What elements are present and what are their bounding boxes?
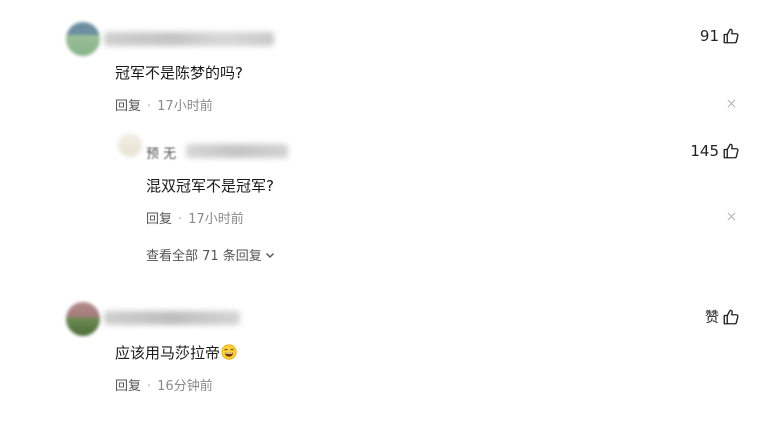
username-blurred[interactable]	[104, 311, 240, 325]
like-button[interactable]: 赞	[705, 307, 740, 327]
meta-separator: ·	[147, 379, 152, 394]
reply-button[interactable]: 回复	[115, 379, 141, 394]
timestamp: 17小时前	[157, 99, 213, 114]
like-button[interactable]: 145	[690, 142, 740, 160]
comment-meta: 回复 · 17小时前	[115, 95, 213, 114]
reply-button[interactable]: 回复	[115, 99, 141, 114]
comment-meta: 回复 · 16分钟前	[115, 375, 213, 394]
reply-meta: 回复 · 17小时前	[146, 208, 244, 227]
username-blurred[interactable]	[186, 144, 288, 158]
avatar[interactable]	[66, 22, 100, 56]
thumbs-up-icon	[723, 309, 739, 325]
meta-separator: ·	[147, 99, 152, 114]
close-icon[interactable]	[727, 99, 736, 108]
reply-button[interactable]: 回复	[146, 212, 172, 227]
like-button[interactable]: 91	[700, 27, 740, 45]
reply-username[interactable]: 预 无	[146, 143, 176, 162]
comment-body: 应该用马莎拉帝	[115, 344, 221, 362]
like-count: 91	[699, 27, 719, 45]
avatar[interactable]	[118, 133, 142, 157]
view-all-label: 查看全部 71 条回复	[146, 249, 262, 264]
chevron-down-icon	[265, 252, 274, 258]
reply-text: 混双冠军不是冠军?	[146, 177, 274, 195]
like-count: 145	[690, 142, 719, 160]
laughing-face-icon	[221, 344, 237, 360]
timestamp: 16分钟前	[157, 379, 213, 394]
like-label: 赞	[705, 310, 719, 326]
thumbs-up-icon	[723, 143, 739, 159]
avatar[interactable]	[66, 302, 100, 336]
username-blurred[interactable]	[104, 32, 274, 46]
timestamp: 17小时前	[188, 212, 244, 227]
thumbs-up-icon	[723, 28, 739, 44]
meta-separator: ·	[178, 212, 183, 227]
comment-text: 冠军不是陈梦的吗?	[115, 64, 243, 82]
view-all-replies-button[interactable]: 查看全部 71 条回复	[146, 245, 276, 264]
comment-text: 应该用马莎拉帝	[115, 342, 237, 363]
close-icon[interactable]	[727, 212, 736, 221]
